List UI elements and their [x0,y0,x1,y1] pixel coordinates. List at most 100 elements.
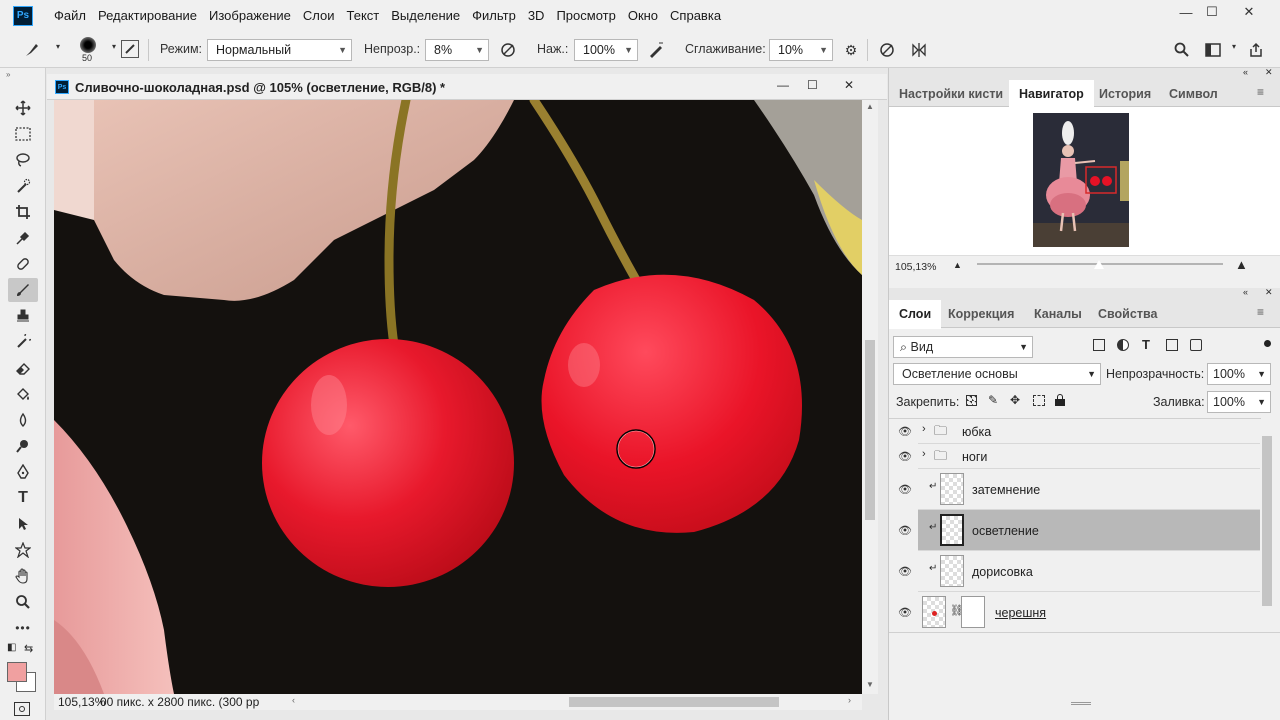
vertical-scroll-thumb[interactable] [865,340,875,520]
tab-brush-settings[interactable]: Настройки кисти [889,80,1013,108]
eye-icon[interactable]: 👁 [898,606,912,619]
eyedropper-tool-icon[interactable] [8,226,38,250]
symmetry-icon[interactable] [909,40,929,60]
layer-row[interactable]: › 🗀 юбка [918,420,1260,444]
crop-tool-icon[interactable] [8,200,38,224]
brush-tool-icon[interactable] [8,278,38,302]
menu-filter[interactable]: Фильтр [466,0,522,31]
filter-toggle[interactable] [1264,340,1271,347]
chevron-right-icon[interactable]: › [922,448,926,460]
panel-resize-handle[interactable] [1071,702,1091,705]
zoom-level[interactable]: 105,13% [54,694,105,710]
chevron-down-icon[interactable]: ▼ [866,680,874,689]
collapse-panel-icon[interactable]: « [1243,287,1248,297]
shape-filter-icon[interactable] [1166,339,1178,351]
menu-3d[interactable]: 3D [522,0,551,31]
type-filter-icon[interactable]: T [1142,337,1150,352]
layer-row-selected[interactable]: ↵ осветление [918,510,1260,551]
eye-icon[interactable]: 👁 [898,425,912,438]
zoom-slider-thumb[interactable] [1094,260,1104,269]
tab-channels[interactable]: Каналы [1024,300,1092,328]
lock-position-icon[interactable]: ✥ [1010,393,1020,407]
smoothing-field[interactable]: 10% ▼ [769,39,833,61]
layer-mask-thumbnail[interactable] [961,596,985,628]
layer-row[interactable]: › 🗀 ноги [918,445,1260,469]
zoom-out-icon[interactable]: ▲ [953,260,962,270]
navigator-zoom-value[interactable]: 105,13% [895,261,936,273]
clone-stamp-tool-icon[interactable] [8,304,38,328]
menu-help[interactable]: Справка [664,0,727,31]
blur-tool-icon[interactable] [8,408,38,432]
panel-menu-icon[interactable]: ≡ [1257,85,1264,99]
tab-adjustments[interactable]: Коррекция [939,300,1023,328]
menu-edit[interactable]: Редактирование [92,0,203,31]
dodge-tool-icon[interactable] [8,434,38,458]
menu-window[interactable]: Окно [622,0,664,31]
pressure-size-icon[interactable] [877,40,897,60]
brush-settings-icon[interactable] [121,40,139,58]
move-tool-icon[interactable] [8,96,38,120]
default-colors-icon[interactable]: ◧ [7,642,16,653]
marquee-tool-icon[interactable] [8,122,38,146]
chevron-right-icon[interactable]: › [848,695,851,705]
collapse-icon[interactable]: » [6,70,10,79]
chevron-up-icon[interactable]: ▲ [866,102,874,111]
document-canvas[interactable] [54,100,862,694]
gear-icon[interactable]: ⚙ [841,40,861,60]
swap-colors-icon[interactable]: ⇆ [24,642,33,655]
eye-icon[interactable]: 👁 [898,565,912,578]
panel-menu-icon[interactable]: ≡ [1257,305,1264,319]
vertical-scrollbar[interactable]: ▲ ▼ [862,100,878,694]
eye-icon[interactable]: 👁 [898,483,912,496]
tab-properties[interactable]: Свойства [1088,300,1167,328]
custom-shape-tool-icon[interactable] [8,538,38,562]
horizontal-scrollbar[interactable]: ‹ › [282,694,862,710]
lock-transparency-icon[interactable] [966,395,977,406]
pressure-opacity-icon[interactable] [498,40,518,60]
more-tools-icon[interactable]: ••• [8,616,38,640]
lock-pixels-icon[interactable]: ✎ [988,393,998,407]
opacity-field[interactable]: 8% ▼ [425,39,489,61]
search-icon[interactable] [1172,40,1192,60]
airbrush-icon[interactable] [646,40,666,60]
menu-layers[interactable]: Слои [297,0,341,31]
quick-mask-icon[interactable] [14,702,30,716]
paint-bucket-tool-icon[interactable] [8,382,38,406]
eraser-tool-icon[interactable] [8,356,38,380]
maximize-button[interactable]: ☐ [1197,3,1227,21]
doc-maximize-button[interactable]: ☐ [807,78,818,92]
pressure-field[interactable]: 100% ▼ [574,39,638,61]
menu-select[interactable]: Выделение [385,0,466,31]
mode-select[interactable]: Нормальный ▼ [207,39,352,61]
layer-row[interactable]: ⛓ черешня [918,592,1260,633]
layer-row[interactable]: ↵ дорисовка [918,551,1260,592]
chevron-down-icon[interactable]: ▾ [48,36,68,56]
adjustment-filter-icon[interactable] [1117,339,1129,351]
smart-object-filter-icon[interactable] [1190,339,1202,351]
brush-tool-icon[interactable] [22,40,42,60]
fill-field[interactable]: 100% ▼ [1207,391,1271,413]
foreground-color-swatch[interactable] [7,662,27,682]
horizontal-scroll-thumb[interactable] [569,697,779,707]
menu-image[interactable]: Изображение [203,0,297,31]
share-icon[interactable] [1246,40,1266,60]
eye-icon[interactable]: 👁 [898,450,912,463]
menu-text[interactable]: Текст [341,0,386,31]
history-brush-tool-icon[interactable] [8,330,38,354]
chevron-right-icon[interactable]: › [922,423,926,435]
workspace-icon[interactable] [1203,40,1223,60]
type-tool-icon[interactable]: T [8,486,38,510]
tab-character[interactable]: Символ [1159,80,1228,108]
healing-brush-tool-icon[interactable] [8,252,38,276]
close-button[interactable]: ✕ [1234,3,1264,21]
close-panel-icon[interactable]: ✕ [1265,67,1273,78]
layers-scroll-thumb[interactable] [1262,436,1272,606]
brush-preview-icon[interactable] [80,37,96,53]
layer-filter-select[interactable]: ⌕ Вид ▼ [893,336,1033,358]
zoom-tool-icon[interactable] [8,590,38,614]
hand-tool-icon[interactable] [8,564,38,588]
pen-tool-icon[interactable] [8,460,38,484]
blend-mode-select[interactable]: Осветление основы ▼ [893,363,1101,385]
collapse-panel-icon[interactable]: « [1243,67,1248,77]
tab-history[interactable]: История [1089,80,1161,108]
